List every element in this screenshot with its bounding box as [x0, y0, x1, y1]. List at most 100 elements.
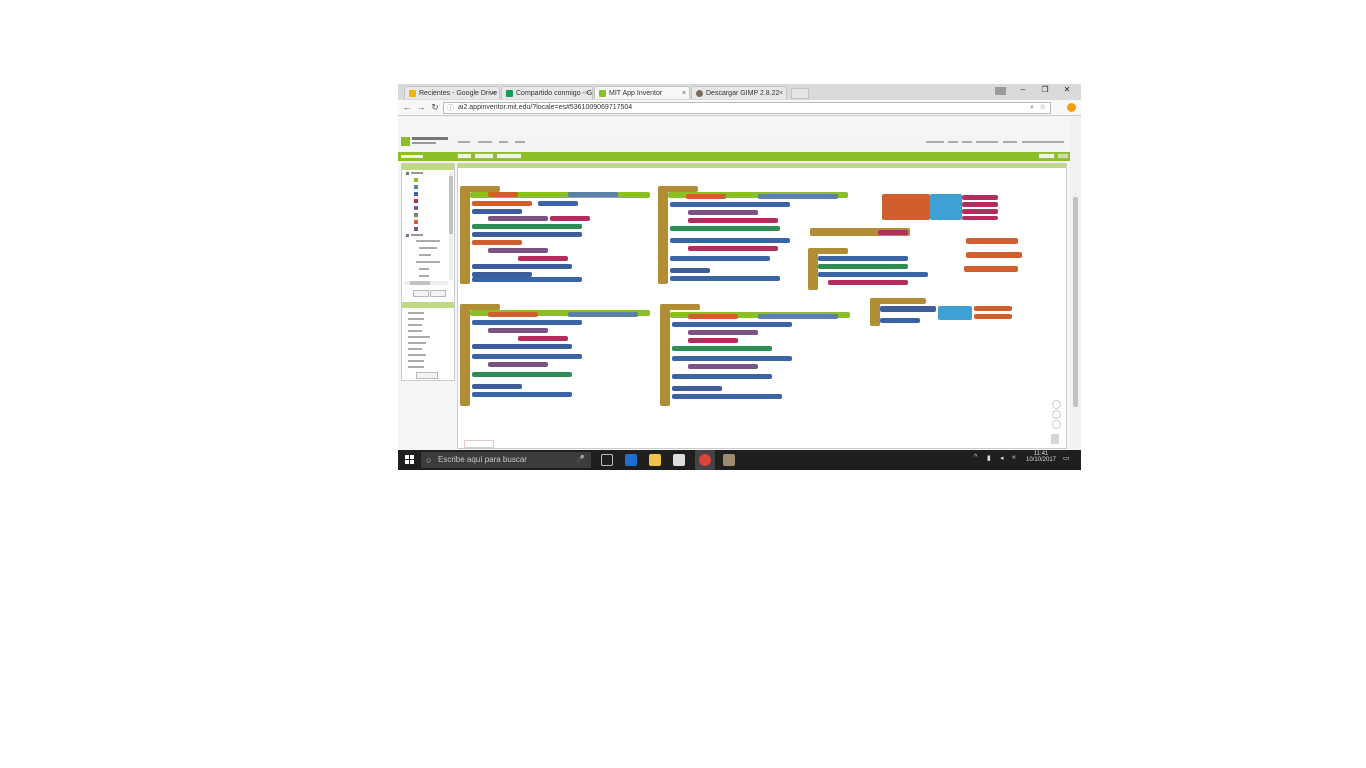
tab-gimp[interactable]: Descargar GIMP 2.8.22 ×	[691, 86, 787, 99]
screen-select-button[interactable]	[457, 153, 472, 159]
tree-item-builtin[interactable]	[411, 172, 423, 174]
get-variable-block[interactable]	[974, 314, 1012, 319]
microphone-icon[interactable]: 🎤	[576, 452, 585, 468]
compare-block[interactable]	[758, 314, 838, 319]
text-block[interactable]	[550, 216, 590, 221]
media-item[interactable]	[408, 342, 426, 344]
bookmark-star-icon[interactable]: ☆	[1040, 103, 1046, 113]
list-block[interactable]	[488, 328, 548, 333]
upload-file-button[interactable]	[416, 372, 438, 379]
set-block[interactable]	[670, 202, 790, 207]
list-block[interactable]	[488, 216, 548, 221]
menu-item-account[interactable]	[1022, 141, 1064, 143]
set-block[interactable]	[818, 256, 908, 261]
file-explorer-icon[interactable]	[649, 454, 661, 466]
procedure-block[interactable]	[658, 188, 668, 284]
tree-hscrollbar[interactable]	[404, 281, 448, 285]
edge-browser-icon[interactable]	[625, 454, 637, 466]
set-block[interactable]	[472, 372, 572, 377]
set-component-block[interactable]	[472, 209, 522, 214]
gimp-icon[interactable]	[723, 454, 735, 466]
expand-icon[interactable]	[406, 172, 409, 175]
warning-indicator[interactable]	[464, 440, 494, 448]
get-variable-block[interactable]	[688, 314, 738, 319]
remove-screen-button[interactable]	[496, 153, 522, 159]
text-item-block[interactable]	[962, 202, 998, 207]
taskbar-search-box[interactable]: ○ Escribe aquí para buscar 🎤	[421, 452, 591, 468]
set-block[interactable]	[880, 318, 920, 323]
set-block[interactable]	[672, 346, 772, 351]
designer-button[interactable]	[1038, 153, 1055, 159]
task-view-icon[interactable]	[601, 454, 613, 466]
global-variable-block[interactable]	[966, 252, 1022, 258]
make-list-block[interactable]	[930, 194, 962, 220]
list-block[interactable]	[688, 330, 758, 335]
procedure-block[interactable]	[460, 306, 470, 406]
media-item[interactable]	[408, 336, 430, 338]
set-block[interactable]	[672, 356, 792, 361]
text-item-block[interactable]	[962, 195, 998, 200]
set-block[interactable]	[672, 374, 772, 379]
delete-button[interactable]	[430, 290, 446, 297]
tree-item-component[interactable]	[416, 261, 440, 263]
media-item[interactable]	[408, 348, 422, 350]
close-tab-icon[interactable]: ×	[779, 87, 783, 99]
tree-item-component[interactable]	[419, 254, 431, 256]
list-block[interactable]	[688, 210, 758, 215]
text-block[interactable]	[518, 336, 568, 341]
colors-category-icon[interactable]	[414, 213, 418, 217]
set-component-block[interactable]	[670, 268, 710, 273]
set-block[interactable]	[472, 232, 582, 237]
set-component-block[interactable]	[472, 264, 572, 269]
media-item[interactable]	[408, 318, 424, 320]
call-block[interactable]	[672, 394, 782, 399]
text-block[interactable]	[878, 230, 908, 235]
media-item[interactable]	[408, 312, 424, 314]
set-block[interactable]	[472, 224, 582, 229]
close-tab-icon[interactable]: ×	[682, 87, 686, 99]
media-item[interactable]	[408, 366, 424, 368]
new-tab-button[interactable]	[791, 88, 809, 99]
network-icon[interactable]: ▮	[987, 454, 991, 462]
event-header[interactable]	[808, 248, 848, 254]
add-screen-button[interactable]	[474, 153, 494, 159]
tree-item-screen[interactable]	[411, 234, 423, 236]
call-block[interactable]	[472, 277, 582, 282]
trash-can-icon[interactable]	[1051, 434, 1059, 444]
tree-hscrollbar-thumb[interactable]	[410, 281, 430, 285]
menu-item-build[interactable]	[499, 141, 508, 143]
forward-icon[interactable]: →	[415, 102, 427, 112]
logic-category-icon[interactable]	[414, 185, 418, 189]
lists-category-icon[interactable]	[414, 206, 418, 210]
list-block[interactable]	[488, 362, 548, 367]
procedures-category-icon[interactable]	[414, 227, 418, 231]
math-category-icon[interactable]	[414, 192, 418, 196]
compare-block[interactable]	[568, 312, 638, 317]
set-block[interactable]	[670, 238, 790, 243]
text-block[interactable]	[828, 280, 908, 285]
list-block[interactable]	[488, 248, 548, 253]
set-variable-block[interactable]	[472, 240, 522, 245]
tab-recientes[interactable]: Recientes - Google Drive ×	[404, 86, 500, 99]
tray-up-arrow-icon[interactable]: ^	[974, 454, 977, 461]
event-handler-block[interactable]	[808, 250, 818, 290]
get-variable-block[interactable]	[488, 312, 538, 317]
set-variable-block[interactable]	[472, 201, 532, 206]
tab-app-inventor[interactable]: MIT App Inventor ×	[594, 86, 690, 99]
zoom-reset-icon[interactable]	[1052, 400, 1061, 409]
minimize-button[interactable]: –	[1016, 85, 1030, 94]
tab-compartido[interactable]: Compartido conmigo - G ×	[501, 86, 593, 99]
set-block[interactable]	[670, 226, 780, 231]
variables-category-icon[interactable]	[414, 220, 418, 224]
tree-item-component[interactable]	[419, 275, 429, 277]
menu-item-language[interactable]	[1003, 141, 1017, 143]
blocks-button[interactable]	[1057, 153, 1069, 159]
chrome-icon[interactable]	[699, 454, 711, 466]
text-category-icon[interactable]	[414, 199, 418, 203]
menu-item-projects[interactable]	[458, 141, 470, 143]
store-icon[interactable]	[673, 454, 685, 466]
tree-scrollbar-thumb[interactable]	[449, 176, 453, 234]
global-variable-block[interactable]	[964, 266, 1018, 272]
zoom-icon[interactable]: ⌕	[1030, 103, 1034, 113]
update-notice-icon[interactable]	[1067, 103, 1076, 112]
